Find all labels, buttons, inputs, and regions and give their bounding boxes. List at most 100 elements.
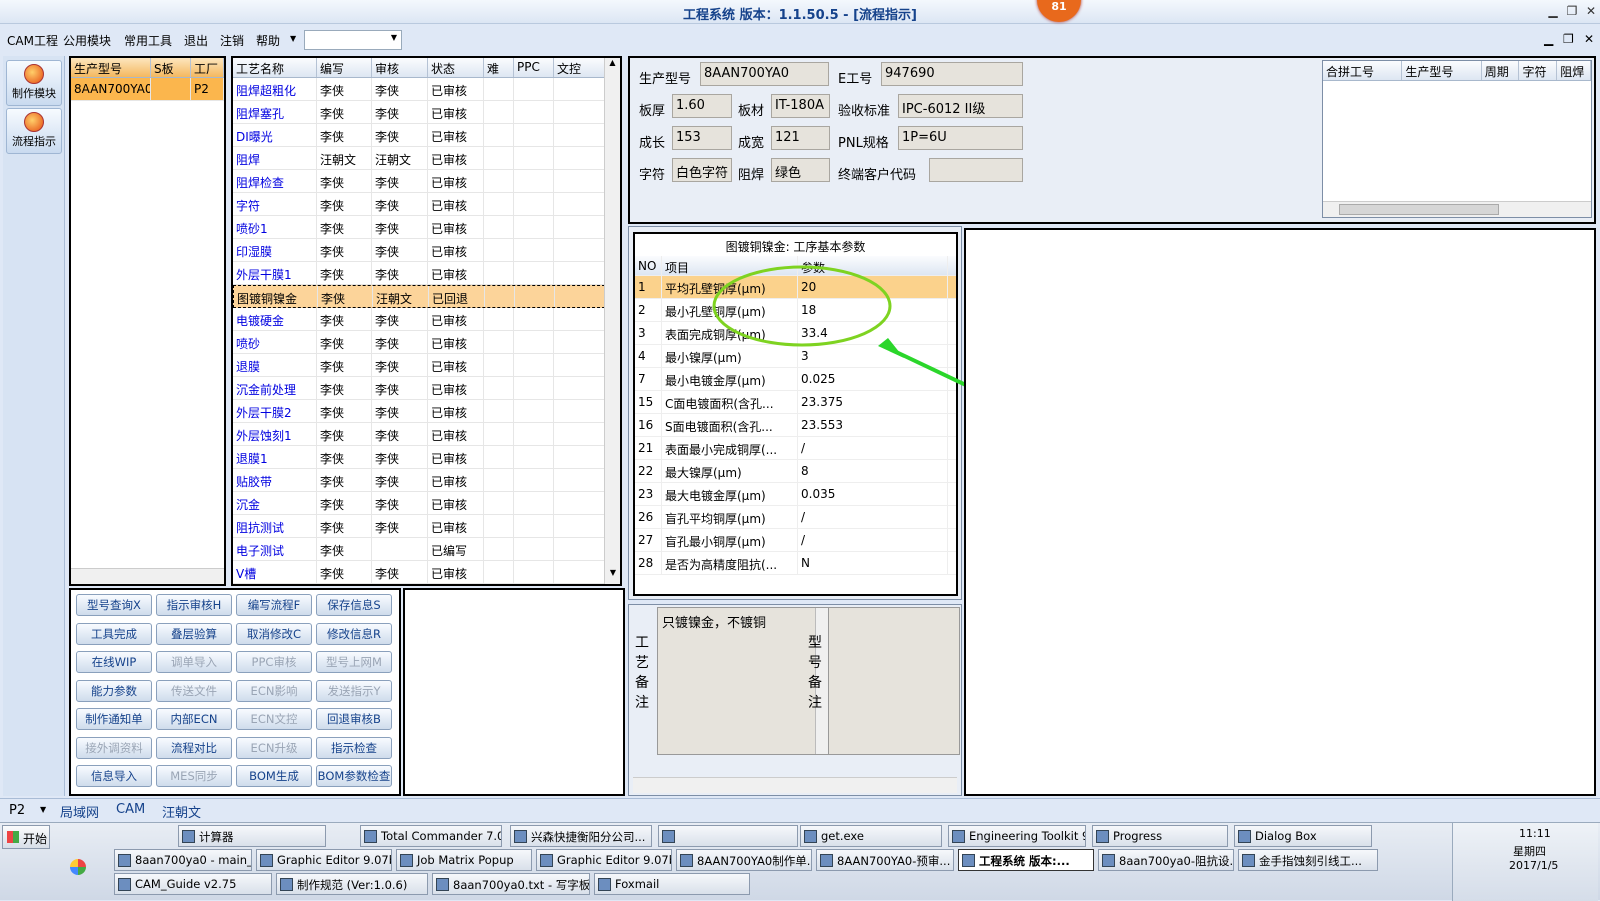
taskbar-button[interactable]: 金手指蚀刻引线工... xyxy=(1238,849,1378,871)
process-row[interactable]: V槽 李侠 李侠 已审核 xyxy=(233,561,620,584)
field-silkscreen[interactable]: 白色字符 xyxy=(672,158,732,182)
field-length[interactable]: 153 xyxy=(672,126,732,150)
taskbar-button[interactable]: 制作规范 (Ver:1.0.6) xyxy=(276,873,428,895)
taskbar-button[interactable]: Engineering Toolkit 9.... xyxy=(948,825,1086,847)
taskbar-button[interactable]: Foxmail xyxy=(594,873,750,895)
function-button[interactable]: ECN影响 xyxy=(236,679,312,702)
col-merge-eno[interactable]: 合拼工号 xyxy=(1323,61,1403,80)
nav-make-module[interactable]: 制作模块 xyxy=(6,60,62,106)
param-row[interactable]: 28 是否为高精度阻抗(... N xyxy=(635,552,956,575)
craft-notes-text[interactable]: 只镀镍金，不镀铜 xyxy=(657,607,829,755)
quicklaunch-icon[interactable] xyxy=(70,859,86,875)
process-row[interactable]: 阻抗测试 李侠 李侠 已审核 xyxy=(233,515,620,538)
taskbar-button[interactable]: Dialog Box xyxy=(1234,825,1372,847)
process-row[interactable]: 贴胶带 李侠 李侠 已审核 xyxy=(233,469,620,492)
function-button[interactable]: 调单导入 xyxy=(156,651,232,673)
mdi-restore-icon[interactable]: ❐ xyxy=(1563,32,1574,46)
process-row[interactable]: 外层蚀刻1 李侠 李侠 已审核 xyxy=(233,423,620,446)
function-button[interactable]: 编写流程F xyxy=(236,594,312,616)
function-button[interactable]: 工具完成 xyxy=(76,622,152,645)
process-row[interactable]: 退膜 李侠 李侠 已审核 xyxy=(233,354,620,377)
process-row[interactable]: 阻焊检查 李侠 李侠 已审核 xyxy=(233,170,620,193)
mdi-minimize-icon[interactable]: ▁ xyxy=(1544,32,1553,46)
function-button[interactable]: 传送文件 xyxy=(156,679,232,702)
process-row[interactable]: 喷砂 李侠 李侠 已审核 xyxy=(233,331,620,354)
taskbar-button[interactable]: 计算器 xyxy=(178,825,326,847)
col-product-no[interactable]: 生产型号 xyxy=(71,58,151,77)
function-button[interactable]: MES同步 xyxy=(156,765,232,787)
field-soldermask[interactable]: 绿色 xyxy=(771,158,830,182)
taskbar-button[interactable]: 8AAN700YA0制作单.... xyxy=(676,849,812,871)
function-button[interactable]: 保存信息S xyxy=(316,594,392,616)
function-button[interactable]: ECN文控 xyxy=(236,708,312,730)
function-button[interactable]: 在线WIP xyxy=(76,651,152,673)
menu-common-modules[interactable]: 公用模块 xyxy=(63,32,111,49)
factory-select[interactable]: P2 xyxy=(9,803,25,818)
process-row[interactable]: DI曝光 李侠 李侠 已审核 xyxy=(233,124,620,147)
scroll-down-icon[interactable]: ▼ xyxy=(605,568,620,584)
function-button[interactable]: 流程对比 xyxy=(156,736,232,759)
function-button[interactable]: BOM参数检查 xyxy=(316,765,392,787)
taskbar-button[interactable]: Job Matrix Popup xyxy=(396,849,532,871)
field-customer[interactable] xyxy=(929,158,1023,182)
nav-flow-guide[interactable]: 流程指示 xyxy=(6,108,62,154)
process-row[interactable]: 沉金前处理 李侠 李侠 已审核 xyxy=(233,377,620,400)
factory-dropdown-icon[interactable]: ▼ xyxy=(40,805,46,814)
field-thickness[interactable]: 1.60 xyxy=(672,94,732,118)
menu-tools[interactable]: 常用工具 xyxy=(124,32,172,49)
function-button[interactable]: 指示检查 xyxy=(316,736,392,759)
menu-cam[interactable]: CAM工程 xyxy=(7,32,58,49)
col-s-board[interactable]: S板 xyxy=(151,58,191,77)
menu-help[interactable]: 帮助 xyxy=(256,32,280,49)
col-merge-char[interactable]: 字符 xyxy=(1519,61,1558,80)
col-difficulty[interactable]: 难 xyxy=(484,58,514,77)
col-doc-control[interactable]: 文控 xyxy=(554,58,608,77)
function-button[interactable]: 指示审核H xyxy=(156,594,232,616)
product-hscroll[interactable] xyxy=(71,568,224,584)
maximize-icon[interactable]: ❐ xyxy=(1563,3,1581,19)
process-row[interactable]: 阻焊超粗化 李侠 李侠 已审核 xyxy=(233,78,620,101)
process-row[interactable]: 阻焊 汪朝文 汪朝文 已审核 xyxy=(233,147,620,170)
function-button[interactable]: ECN升级 xyxy=(236,736,312,759)
function-button[interactable]: 内部ECN xyxy=(156,708,232,730)
function-button[interactable]: 信息导入 xyxy=(76,765,152,787)
function-button[interactable]: 型号查询X xyxy=(76,594,152,616)
process-row[interactable]: 阻焊塞孔 李侠 李侠 已审核 xyxy=(233,101,620,124)
function-button[interactable]: BOM生成 xyxy=(236,765,312,787)
process-row[interactable]: 电子测试 李侠 已编写 xyxy=(233,538,620,561)
help-dropdown-icon[interactable]: ▼ xyxy=(290,34,296,43)
col-merge-period[interactable]: 周期 xyxy=(1482,61,1520,80)
field-pnl[interactable]: 1P=6U xyxy=(898,126,1023,150)
process-row[interactable]: 外层干膜2 李侠 李侠 已审核 xyxy=(233,400,620,423)
taskbar-button[interactable]: 8aan700ya0 - main_qa xyxy=(114,849,252,871)
function-button[interactable]: 接外调资料 xyxy=(76,736,152,759)
menu-exit[interactable]: 退出 xyxy=(184,32,208,49)
taskbar-button[interactable]: 8aan700ya0-阻抗设... xyxy=(1098,849,1234,871)
start-button[interactable]: 开始 xyxy=(2,825,50,849)
function-button[interactable]: PPC审核 xyxy=(236,651,312,673)
field-material[interactable]: IT-180A xyxy=(771,94,830,118)
minimize-icon[interactable]: ▁ xyxy=(1544,3,1562,19)
mdi-close-icon[interactable]: ✕ xyxy=(1584,32,1594,46)
function-button[interactable]: 型号上网M xyxy=(316,651,392,673)
taskbar-button[interactable]: Graphic Editor 9.07b2... xyxy=(256,849,392,871)
function-button[interactable]: 修改信息R xyxy=(316,622,392,645)
notes-hscroll[interactable] xyxy=(633,777,957,793)
field-standard[interactable]: IPC-6012 II级 xyxy=(898,94,1023,118)
col-process-name[interactable]: 工艺名称 xyxy=(233,58,317,77)
menu-combo[interactable]: ▼ xyxy=(304,30,402,50)
taskbar-button[interactable]: 工程系统 版本:... xyxy=(958,849,1094,871)
taskbar-button[interactable] xyxy=(658,825,798,847)
function-button[interactable]: 叠层验算 xyxy=(156,622,232,645)
merge-hscroll-thumb[interactable] xyxy=(1339,204,1499,215)
field-width[interactable]: 121 xyxy=(771,126,830,150)
product-row[interactable]: 8AAN700YA0 P2 xyxy=(71,78,224,101)
taskbar-button[interactable]: 8aan700ya0.txt - 写字板 xyxy=(432,873,590,895)
function-button[interactable]: 能力参数 xyxy=(76,679,152,702)
col-status[interactable]: 状态 xyxy=(428,58,484,77)
col-reviewer[interactable]: 审核 xyxy=(372,58,428,77)
taskbar-button[interactable]: CAM_Guide v2.75 xyxy=(114,873,272,895)
process-row[interactable]: 字符 李侠 李侠 已审核 xyxy=(233,193,620,216)
col-factory[interactable]: 工厂 xyxy=(191,58,224,77)
field-product-no[interactable]: 8AAN700YA0 xyxy=(700,62,829,86)
